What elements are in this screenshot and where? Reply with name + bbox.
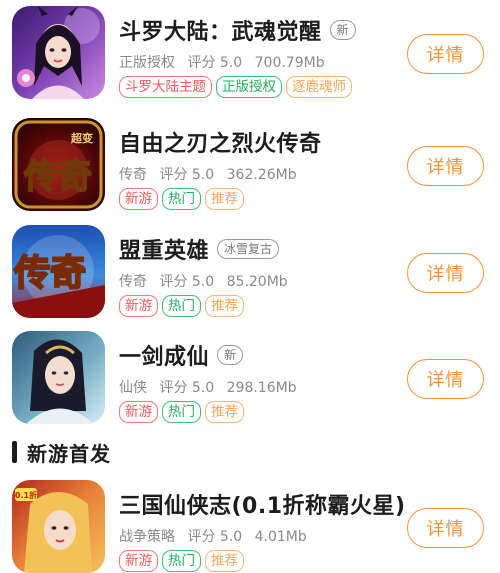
app-tag: 正版授权 — [216, 76, 282, 98]
app-meta: 仙侠 评分 5.0 298.16Mb — [119, 377, 305, 397]
app-meta: 传奇 评分 5.0 85.20Mb — [119, 271, 296, 291]
detail-button[interactable]: 详情 — [407, 508, 484, 548]
app-tag: 新游 — [119, 188, 158, 210]
app-list-item[interactable]: 一剑成仙 新 仙侠 评分 5.0 298.16Mb 新游 热门 推荐 详情 — [0, 325, 500, 431]
app-tag: 推荐 — [205, 550, 244, 572]
app-tag: 推荐 — [205, 295, 244, 317]
app-meta: 正版授权 评分 5.0 700.79Mb — [119, 52, 333, 72]
app-category: 战争策略 — [119, 529, 175, 545]
app-title: 一剑成仙 — [119, 345, 210, 370]
app-tag: 热门 — [162, 188, 201, 210]
app-title-tag: 新 — [329, 20, 356, 40]
icon-text: 0.1折 — [15, 490, 37, 500]
app-tag: 新游 — [119, 295, 158, 317]
detail-button[interactable]: 详情 — [407, 34, 484, 74]
section-header: 新游首发 — [12, 437, 111, 467]
app-tags: 新游 热门 推荐 — [119, 295, 244, 317]
app-tag: 推荐 — [205, 188, 244, 210]
app-tag: 斗罗大陆主题 — [119, 76, 212, 98]
app-title-tag: 冰雪复古 — [217, 239, 280, 259]
app-size: 85.20Mb — [226, 274, 288, 290]
app-rating: 评分 5.0 — [159, 167, 215, 183]
app-category: 传奇 — [119, 274, 147, 290]
app-tag: 热门 — [162, 295, 201, 317]
app-list-item[interactable]: 传奇 盟重英雄 冰雪复古 传奇 评分 5.0 85.20Mb 新游 热门 推荐 … — [0, 219, 500, 325]
app-tag: 热门 — [162, 401, 201, 423]
detail-button[interactable]: 详情 — [407, 146, 484, 186]
app-tag: 热门 — [162, 550, 201, 572]
icon-text: 超变 — [70, 131, 93, 145]
app-list-item[interactable]: 斗罗大陆：武魂觉醒 新 正版授权 评分 5.0 700.79Mb 斗罗大陆主题 … — [0, 0, 500, 106]
app-category: 传奇 — [119, 167, 147, 183]
app-tags: 新游 热门 推荐 — [119, 188, 244, 210]
app-title: 三国仙侠志(0.1折称霸火星) — [119, 494, 406, 519]
app-tag: 逐鹿魂师 — [286, 76, 352, 98]
app-meta: 战争策略 评分 5.0 4.01Mb — [119, 526, 315, 546]
app-size: 298.16Mb — [226, 380, 297, 396]
app-tag: 新游 — [119, 401, 158, 423]
sanguo-game-icon[interactable]: 0.1折 — [12, 480, 105, 573]
app-tag: 新游 — [119, 550, 158, 572]
app-list-item[interactable]: 0.1折 三国仙侠志(0.1折称霸火星) 战争策略 评分 5.0 4.01Mb … — [0, 474, 500, 573]
section-title: 新游首发 — [27, 441, 111, 466]
app-tags: 新游 热门 推荐 — [119, 550, 244, 572]
section-bar — [12, 441, 17, 463]
app-title: 盟重英雄 — [119, 239, 210, 264]
douluo-game-icon[interactable] — [12, 6, 105, 99]
app-category: 仙侠 — [119, 380, 147, 396]
app-tag: 推荐 — [205, 401, 244, 423]
icon-text: 传奇 — [23, 157, 92, 197]
yijian-game-icon[interactable] — [12, 331, 105, 424]
detail-button[interactable]: 详情 — [407, 359, 484, 399]
app-tags: 斗罗大陆主题 正版授权 逐鹿魂师 — [119, 76, 352, 98]
app-list-item[interactable]: 超变 传奇 自由之刃之烈火传奇 传奇 评分 5.0 362.26Mb 新游 热门… — [0, 112, 500, 218]
chuanqi-game-icon[interactable]: 超变 传奇 — [12, 118, 105, 211]
app-title-tag: 新 — [217, 345, 244, 365]
app-rating: 评分 5.0 — [187, 529, 243, 545]
app-tags: 新游 热门 推荐 — [119, 401, 244, 423]
app-title: 斗罗大陆：武魂觉醒 — [119, 20, 322, 45]
app-size: 4.01Mb — [254, 529, 307, 545]
app-category: 正版授权 — [119, 55, 175, 71]
app-rating: 评分 5.0 — [159, 380, 215, 396]
app-size: 362.26Mb — [226, 167, 297, 183]
app-size: 700.79Mb — [254, 55, 325, 71]
mengzhong-game-icon[interactable]: 传奇 — [12, 225, 105, 318]
icon-text: 传奇 — [13, 252, 86, 294]
app-meta: 传奇 评分 5.0 362.26Mb — [119, 164, 305, 184]
detail-button[interactable]: 详情 — [407, 253, 484, 293]
app-title: 自由之刃之烈火传奇 — [119, 132, 322, 157]
app-rating: 评分 5.0 — [187, 55, 243, 71]
app-rating: 评分 5.0 — [159, 274, 215, 290]
